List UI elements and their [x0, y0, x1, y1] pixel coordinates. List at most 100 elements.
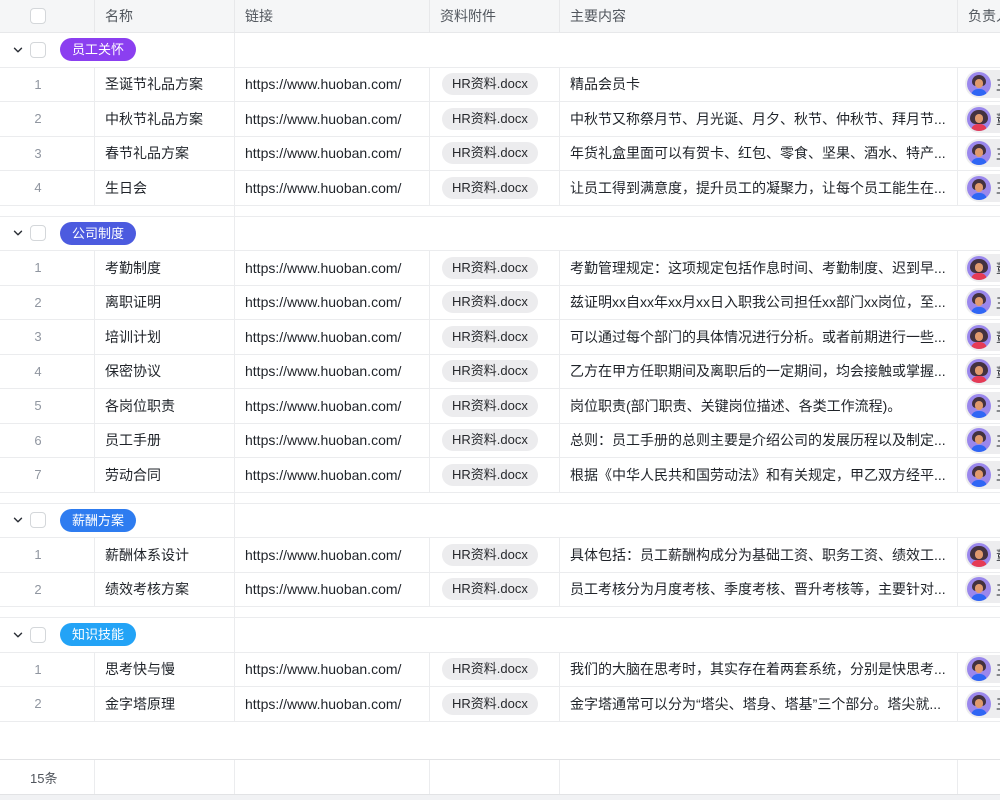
record-link[interactable]: https://www.huoban.com/: [245, 661, 401, 677]
row-number-cell[interactable]: 4: [0, 171, 95, 205]
owner-pill[interactable]: 王: [965, 174, 1000, 202]
owner-cell[interactable]: 王: [958, 286, 1000, 320]
link-cell[interactable]: https://www.huoban.com/: [235, 251, 430, 285]
link-cell[interactable]: https://www.huoban.com/: [235, 137, 430, 171]
content-cell[interactable]: 总则：员工手册的总则主要是介绍公司的发展历程以及制定...: [560, 424, 958, 458]
attachment-cell[interactable]: HR资料.docx: [430, 538, 560, 572]
group-checkbox[interactable]: [30, 512, 46, 528]
group-badge[interactable]: 公司制度: [60, 222, 136, 245]
attachment-chip[interactable]: HR资料.docx: [442, 360, 538, 382]
owner-pill[interactable]: 王: [965, 575, 1000, 603]
name-cell[interactable]: 金字塔原理: [95, 687, 235, 721]
name-cell[interactable]: 中秋节礼品方案: [95, 102, 235, 136]
row-number-cell[interactable]: 3: [0, 320, 95, 354]
record-link[interactable]: https://www.huoban.com/: [245, 145, 401, 161]
chevron-down-icon[interactable]: [12, 227, 24, 239]
attachment-cell[interactable]: HR资料.docx: [430, 653, 560, 687]
attachment-cell[interactable]: HR资料.docx: [430, 687, 560, 721]
row-number-cell[interactable]: 2: [0, 687, 95, 721]
link-cell[interactable]: https://www.huoban.com/: [235, 538, 430, 572]
name-cell[interactable]: 思考快与慢: [95, 653, 235, 687]
row-number-cell[interactable]: 4: [0, 355, 95, 389]
name-cell[interactable]: 员工手册: [95, 424, 235, 458]
chevron-down-icon[interactable]: [12, 629, 24, 641]
row-number-cell[interactable]: 1: [0, 251, 95, 285]
attachment-cell[interactable]: HR资料.docx: [430, 102, 560, 136]
owner-pill[interactable]: 王: [965, 461, 1000, 489]
owner-pill[interactable]: 王: [965, 70, 1000, 98]
owner-pill[interactable]: 董: [965, 254, 1000, 282]
name-cell[interactable]: 生日会: [95, 171, 235, 205]
attachment-cell[interactable]: HR资料.docx: [430, 424, 560, 458]
attachment-cell[interactable]: HR资料.docx: [430, 458, 560, 492]
column-header-owner[interactable]: 负责人: [958, 0, 1000, 32]
owner-cell[interactable]: 王: [958, 171, 1000, 205]
row-number-cell[interactable]: 2: [0, 286, 95, 320]
attachment-cell[interactable]: HR资料.docx: [430, 320, 560, 354]
owner-pill[interactable]: 王: [965, 139, 1000, 167]
name-cell[interactable]: 各岗位职责: [95, 389, 235, 423]
record-link[interactable]: https://www.huoban.com/: [245, 180, 401, 196]
group-badge[interactable]: 员工关怀: [60, 38, 136, 61]
link-cell[interactable]: https://www.huoban.com/: [235, 355, 430, 389]
link-cell[interactable]: https://www.huoban.com/: [235, 573, 430, 607]
attachment-cell[interactable]: HR资料.docx: [430, 389, 560, 423]
content-cell[interactable]: 考勤管理规定：这项规定包括作息时间、考勤制度、迟到早...: [560, 251, 958, 285]
content-cell[interactable]: 兹证明xx自xx年xx月xx日入职我公司担任xx部门xx岗位，至...: [560, 286, 958, 320]
owner-cell[interactable]: 王: [958, 687, 1000, 721]
owner-pill[interactable]: 王: [965, 655, 1000, 683]
group-checkbox[interactable]: [30, 627, 46, 643]
owner-pill[interactable]: 王: [965, 288, 1000, 316]
link-cell[interactable]: https://www.huoban.com/: [235, 458, 430, 492]
attachment-chip[interactable]: HR资料.docx: [442, 693, 538, 715]
name-cell[interactable]: 保密协议: [95, 355, 235, 389]
row-number-cell[interactable]: 6: [0, 424, 95, 458]
row-number-cell[interactable]: 1: [0, 68, 95, 102]
link-cell[interactable]: https://www.huoban.com/: [235, 171, 430, 205]
content-cell[interactable]: 具体包括：员工薪酬构成分为基础工资、职务工资、绩效工...: [560, 538, 958, 572]
attachment-chip[interactable]: HR资料.docx: [442, 291, 538, 313]
owner-cell[interactable]: 王: [958, 137, 1000, 171]
link-cell[interactable]: https://www.huoban.com/: [235, 68, 430, 102]
group-checkbox[interactable]: [30, 225, 46, 241]
record-link[interactable]: https://www.huoban.com/: [245, 294, 401, 310]
group-badge[interactable]: 知识技能: [60, 623, 136, 646]
owner-cell[interactable]: 王: [958, 458, 1000, 492]
attachment-chip[interactable]: HR资料.docx: [442, 108, 538, 130]
owner-cell[interactable]: 王: [958, 424, 1000, 458]
column-header-name[interactable]: 名称: [95, 0, 235, 32]
owner-cell[interactable]: 王: [958, 653, 1000, 687]
row-number-cell[interactable]: 5: [0, 389, 95, 423]
row-number-cell[interactable]: 2: [0, 102, 95, 136]
owner-pill[interactable]: 王: [965, 690, 1000, 718]
attachment-chip[interactable]: HR资料.docx: [442, 142, 538, 164]
group-checkbox[interactable]: [30, 42, 46, 58]
link-cell[interactable]: https://www.huoban.com/: [235, 653, 430, 687]
owner-cell[interactable]: 董: [958, 320, 1000, 354]
owner-cell[interactable]: 董: [958, 102, 1000, 136]
owner-cell[interactable]: 董: [958, 251, 1000, 285]
owner-cell[interactable]: 王: [958, 68, 1000, 102]
name-cell[interactable]: 考勤制度: [95, 251, 235, 285]
column-header-link[interactable]: 链接: [235, 0, 430, 32]
attachment-cell[interactable]: HR资料.docx: [430, 68, 560, 102]
name-cell[interactable]: 绩效考核方案: [95, 573, 235, 607]
name-cell[interactable]: 春节礼品方案: [95, 137, 235, 171]
row-number-cell[interactable]: 7: [0, 458, 95, 492]
attachment-cell[interactable]: HR资料.docx: [430, 355, 560, 389]
name-cell[interactable]: 培训计划: [95, 320, 235, 354]
record-link[interactable]: https://www.huoban.com/: [245, 363, 401, 379]
group-badge[interactable]: 薪酬方案: [60, 509, 136, 532]
attachment-chip[interactable]: HR资料.docx: [442, 429, 538, 451]
attachment-chip[interactable]: HR资料.docx: [442, 578, 538, 600]
owner-pill[interactable]: 王: [965, 392, 1000, 420]
record-link[interactable]: https://www.huoban.com/: [245, 76, 401, 92]
link-cell[interactable]: https://www.huoban.com/: [235, 102, 430, 136]
attachment-chip[interactable]: HR资料.docx: [442, 73, 538, 95]
chevron-down-icon[interactable]: [12, 44, 24, 56]
attachment-cell[interactable]: HR资料.docx: [430, 573, 560, 607]
content-cell[interactable]: 中秋节又称祭月节、月光诞、月夕、秋节、仲秋节、拜月节...: [560, 102, 958, 136]
owner-cell[interactable]: 董: [958, 538, 1000, 572]
record-link[interactable]: https://www.huoban.com/: [245, 547, 401, 563]
owner-pill[interactable]: 董: [965, 357, 1000, 385]
